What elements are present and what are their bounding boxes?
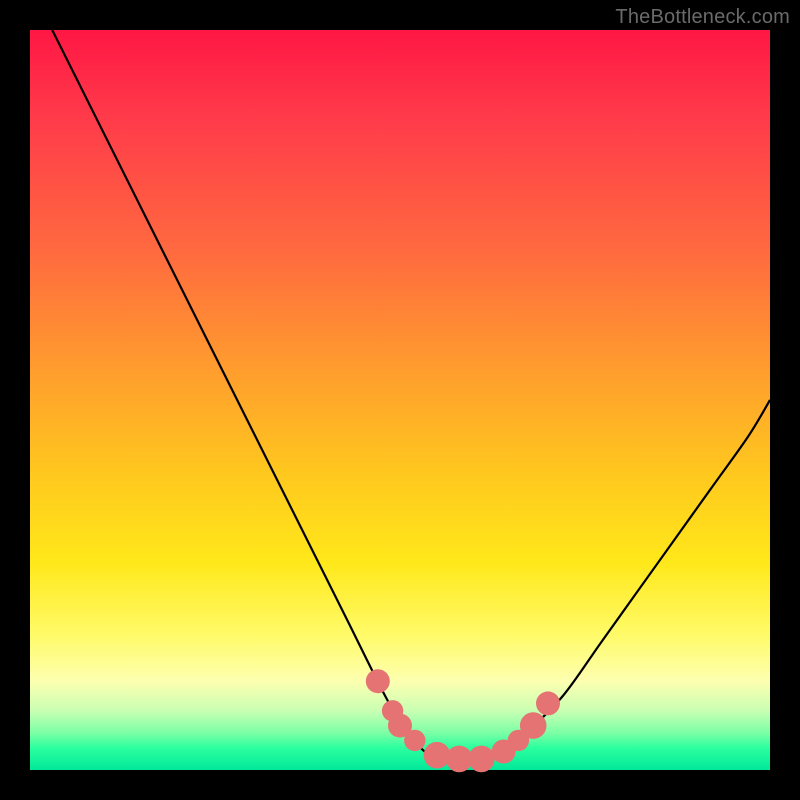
curve-marker <box>404 730 425 751</box>
chart-frame: TheBottleneck.com <box>0 0 800 800</box>
curve-marker <box>366 669 390 693</box>
plot-area <box>30 30 770 770</box>
watermark-text: TheBottleneck.com <box>615 6 790 29</box>
curve-marker <box>536 691 560 715</box>
bottleneck-curve <box>52 30 770 764</box>
chart-svg <box>30 30 770 770</box>
curve-marker <box>424 742 451 769</box>
curve-markers <box>366 669 560 772</box>
curve-marker <box>468 746 495 773</box>
curve-marker <box>520 712 547 739</box>
